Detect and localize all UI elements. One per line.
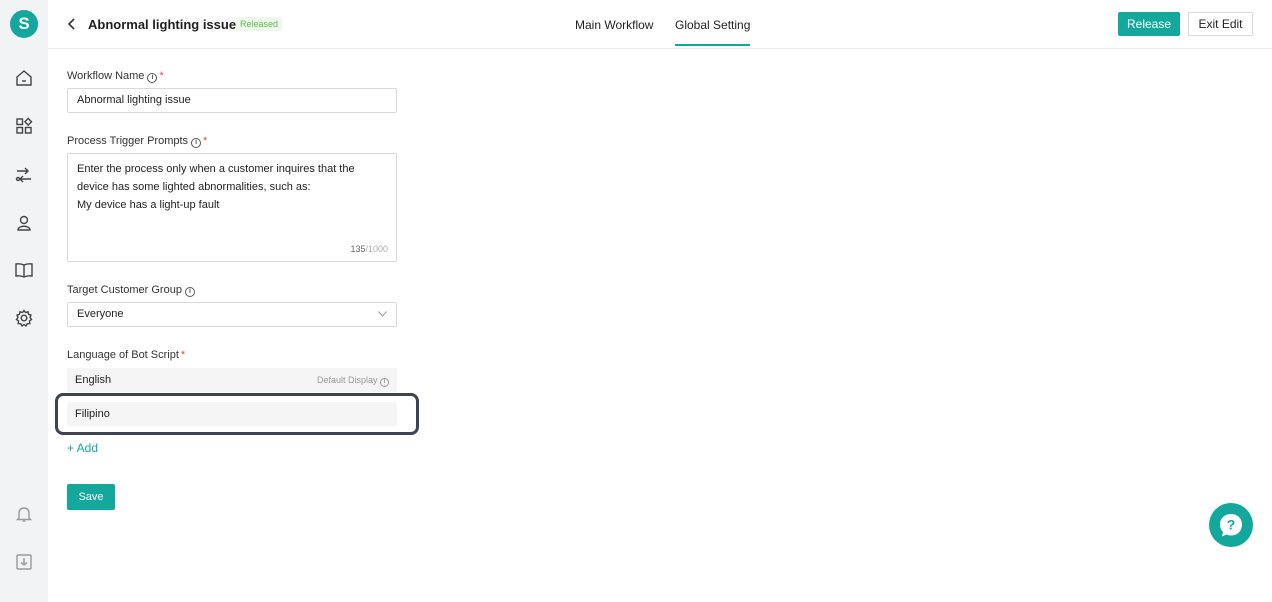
exit-edit-button[interactable]: Exit Edit (1188, 12, 1253, 36)
workflow-title: Abnormal lighting issue (88, 17, 237, 32)
workflow-name-input[interactable]: Abnormal lighting issue (67, 88, 397, 113)
language-label: Language of Bot Script * (67, 349, 186, 361)
info-icon: i (380, 378, 389, 387)
chevron-down-icon (378, 311, 387, 317)
top-bar: Abnormal lighting issue Released Main Wo… (48, 0, 1272, 49)
char-counter: 135/1000 (350, 244, 388, 254)
book-icon[interactable] (14, 260, 34, 280)
target-group-label: Target Customer Group i (67, 284, 195, 297)
home-icon[interactable] (14, 68, 34, 88)
svg-text:?: ? (1227, 517, 1236, 533)
selection-highlight (55, 393, 419, 435)
download-icon[interactable] (14, 552, 34, 572)
info-icon: i (184, 287, 195, 297)
status-badge: Released (236, 17, 283, 31)
info-icon: i (147, 73, 158, 83)
sidebar: S (0, 0, 48, 602)
tab-main-workflow[interactable]: Main Workflow (575, 18, 653, 32)
user-icon[interactable] (14, 213, 34, 233)
add-language-link[interactable]: + Add (67, 441, 98, 455)
app-logo[interactable]: S (10, 10, 38, 38)
default-display-note: Default Display i (317, 368, 389, 392)
trigger-prompts-label: Process Trigger Prompts i * (67, 135, 208, 148)
language-item-english[interactable]: English Default Display i (67, 368, 397, 392)
settings-icon[interactable] (14, 308, 34, 328)
apps-icon[interactable] (14, 116, 34, 136)
release-button[interactable]: Release (1118, 12, 1180, 36)
bell-icon[interactable] (14, 504, 34, 524)
help-bubble-icon[interactable]: ? (1209, 503, 1253, 547)
trigger-prompts-textarea[interactable]: Enter the process only when a customer i… (67, 153, 397, 262)
tab-global-setting[interactable]: Global Setting (675, 18, 751, 46)
back-arrow-icon[interactable] (66, 15, 78, 33)
info-icon: i (191, 138, 202, 148)
save-button[interactable]: Save (67, 484, 115, 510)
target-group-select[interactable]: Everyone (67, 302, 397, 327)
workflow-name-label: Workflow Name i * (67, 70, 164, 83)
workflow-icon[interactable] (14, 165, 34, 185)
